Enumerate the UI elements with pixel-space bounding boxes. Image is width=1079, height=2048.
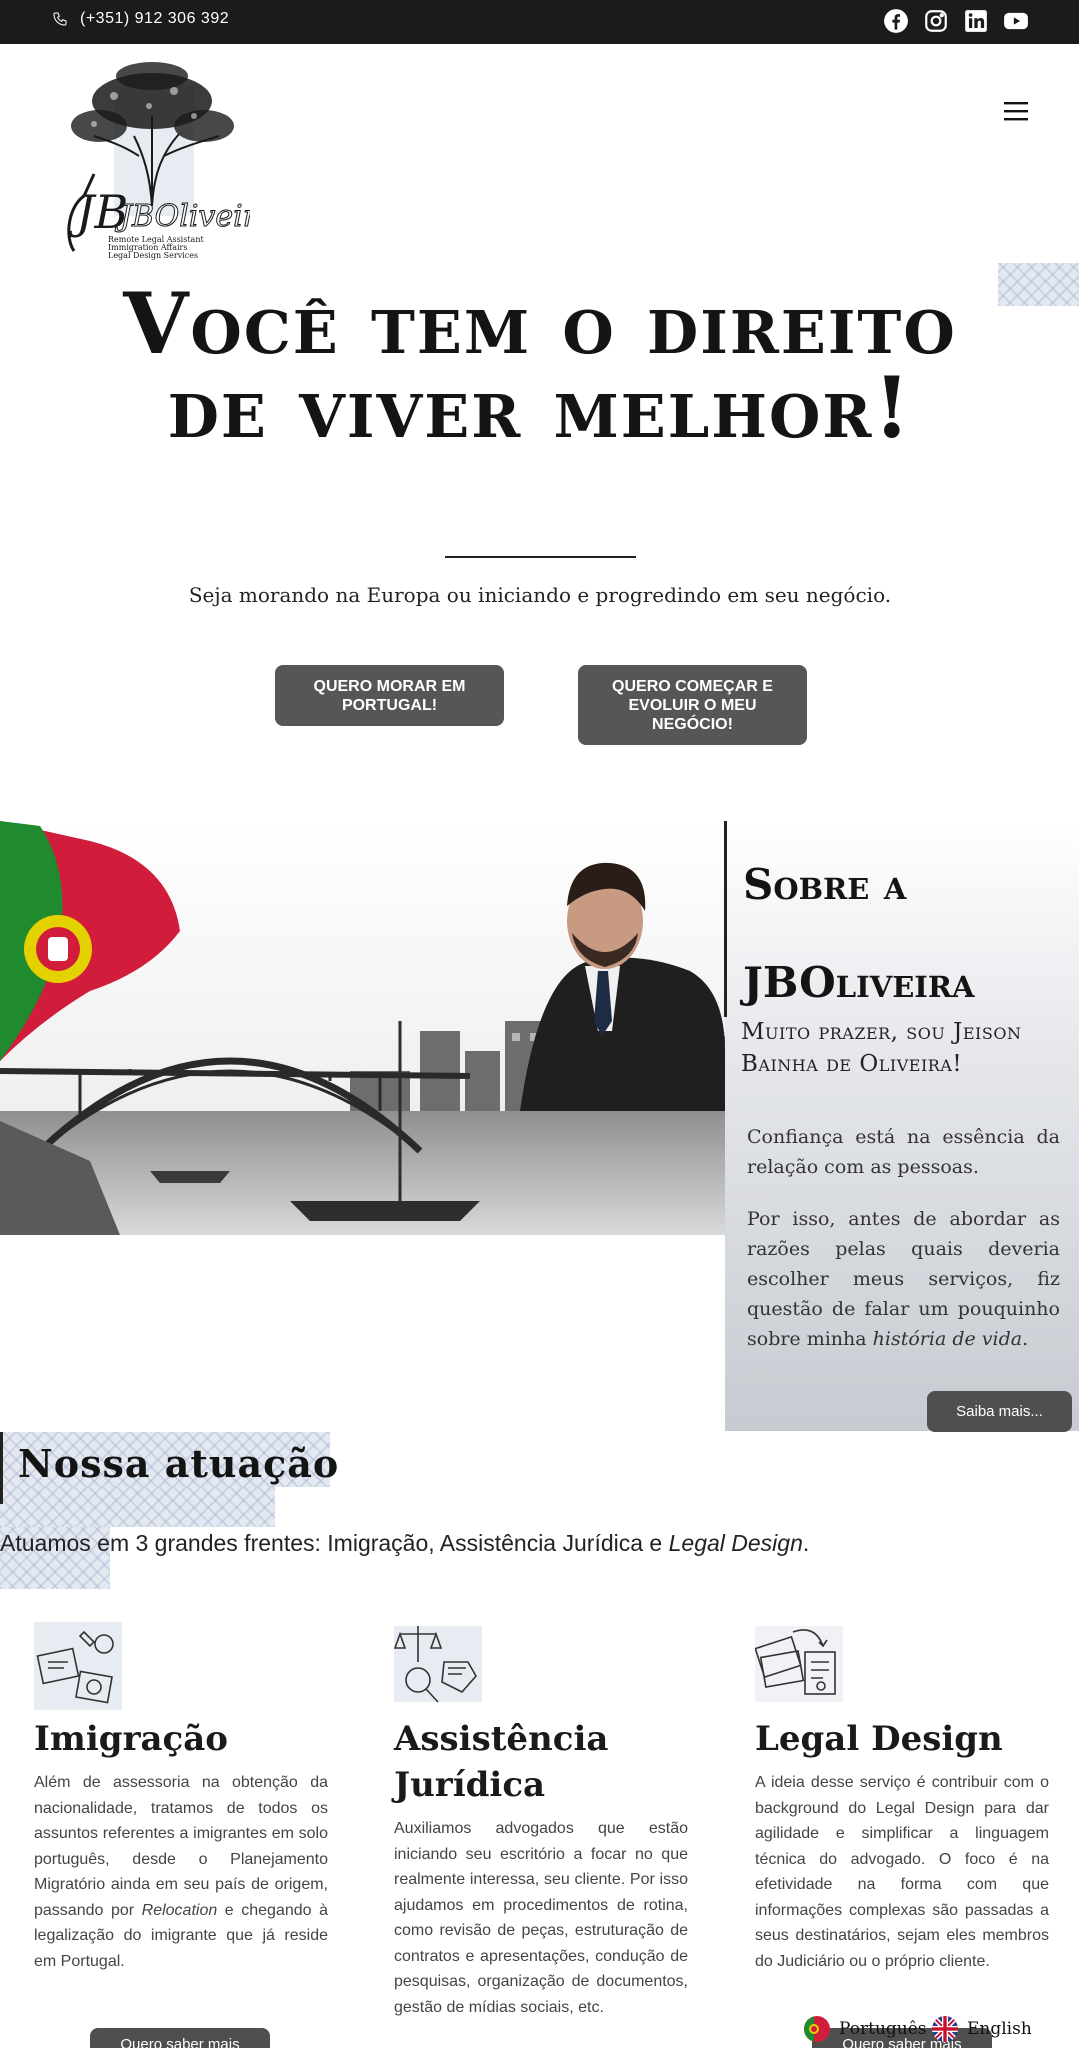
hero-title: Você tem o direito de viver melhor!: [123, 274, 957, 457]
decorative-tile: [0, 1487, 275, 1527]
phone-icon: [53, 12, 67, 26]
menu-icon[interactable]: [1003, 100, 1029, 122]
logo-name: JBOliveira: [114, 199, 250, 234]
language-portuguese[interactable]: Português: [803, 2016, 927, 2042]
documents-icon: [754, 1622, 843, 1710]
service-title: Assistência Jurídica: [394, 1719, 609, 1805]
language-english[interactable]: English: [931, 2016, 1032, 2042]
section-subtitle: Atuamos em 3 grandes frentes: Imigração,…: [0, 1530, 810, 1556]
service-card-legal-design: Legal Design A ideia desse serviço é con…: [754, 1622, 1049, 1974]
learn-more-button[interactable]: Saiba mais...: [927, 1391, 1072, 1432]
decorative-tile: [998, 263, 1079, 306]
hero-subtitle: Seja morando na Europa ou iniciando e pr…: [188, 583, 892, 607]
scales-icon: [393, 1622, 482, 1710]
about-title-line1: Sobre a: [743, 860, 907, 909]
phone-number[interactable]: (+351) 912 306 392: [80, 10, 229, 28]
move-to-portugal-button[interactable]: QUERO MORAR EM PORTUGAL!: [275, 665, 504, 726]
site-logo[interactable]: JB JBOliveira Remote Legal Assistant Imm…: [54, 56, 275, 262]
service-title: Imigração: [34, 1719, 228, 1759]
instagram-icon[interactable]: [923, 8, 949, 34]
start-business-button[interactable]: QUERO COMEÇAR E EVOLUIR O MEU NEGÓCIO!: [578, 665, 807, 745]
about-photo: [0, 821, 725, 1235]
service-description: Além de assessoria na obtenção da nacion…: [34, 1774, 329, 1970]
linkedin-icon[interactable]: [963, 8, 989, 34]
logo-tagline-3: Legal Design Services: [108, 251, 198, 260]
social-links: [883, 8, 1029, 34]
top-bar: (+351) 912 306 392: [0, 0, 1079, 44]
life-story-text: história de vida: [872, 1328, 1023, 1350]
portugal-flag-icon: [804, 2016, 830, 2042]
service-title: Legal Design: [755, 1719, 1003, 1759]
about-title: Sobre a JBOliveira: [743, 836, 1063, 1032]
service-description: A ideia desse serviço é contribuir com o…: [755, 1774, 1049, 1970]
service-description: Auxiliamos advogados que estão iniciando…: [394, 1820, 688, 2016]
youtube-icon[interactable]: [1003, 8, 1029, 34]
hero-divider: [445, 556, 636, 558]
about-paragraph-1: Confiança está na essência da relação co…: [747, 1126, 1060, 1178]
uk-flag-icon: [932, 2016, 958, 2042]
about-subtitle: Muito prazer, sou Jeison Bainha de Olive…: [741, 1019, 1022, 1077]
about-paragraph-2: Por isso, antes de abordar as razões pel…: [747, 1208, 1060, 1350]
phone-contact[interactable]: (+351) 912 306 392: [52, 10, 229, 28]
facebook-icon[interactable]: [883, 8, 909, 34]
service-card-legal-assistance: Assistência Jurídica Auxiliamos advogado…: [393, 1622, 688, 2020]
language-label[interactable]: Português: [839, 2019, 927, 2039]
immigration-learn-more-button[interactable]: Quero saber mais: [90, 2028, 270, 2048]
about-title-line2: JBOliveira: [743, 958, 975, 1007]
section-accent-line: [0, 1432, 3, 1504]
about-accent-line: [724, 821, 727, 1017]
section-title: Nossa atuação: [18, 1441, 340, 1486]
language-label[interactable]: English: [967, 2019, 1032, 2039]
service-card-immigration: Imigração Além de assessoria na obtenção…: [34, 1622, 328, 1974]
passport-icon: [34, 1622, 122, 1710]
